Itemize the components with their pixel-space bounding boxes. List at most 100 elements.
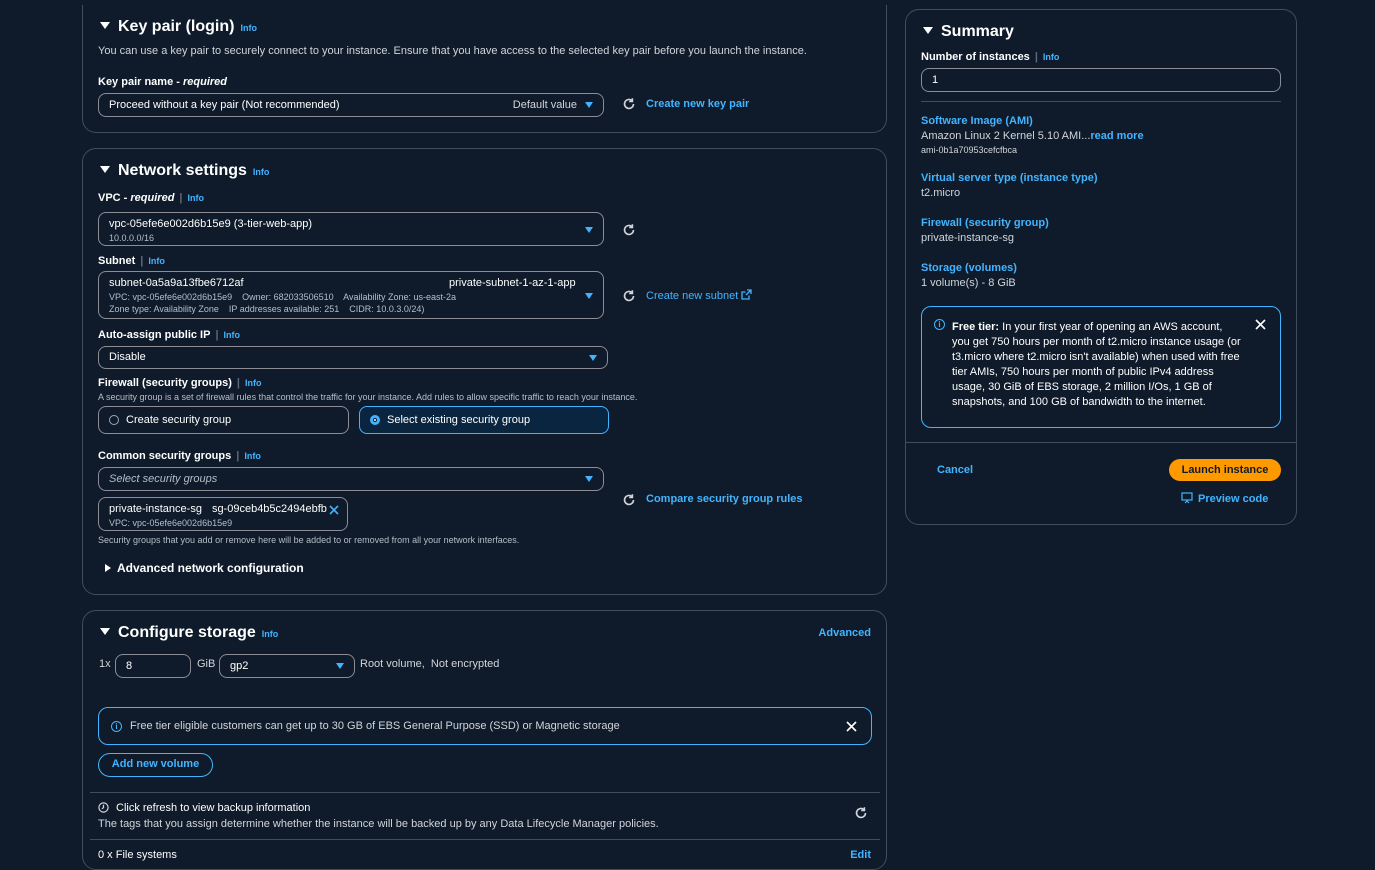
divider — [921, 101, 1281, 102]
network-title: Network settings — [118, 162, 247, 179]
free-tier-storage-text: Free tier eligible customers can get up … — [130, 720, 620, 732]
info-link[interactable]: Info — [188, 193, 205, 203]
refresh-icon[interactable] — [854, 806, 868, 820]
backup-description: The tags that you assign determine wheth… — [98, 818, 659, 830]
default-value-tag: Default value — [512, 99, 577, 111]
refresh-icon[interactable] — [622, 289, 636, 303]
divider — [906, 442, 1296, 443]
info-link[interactable]: Info — [148, 256, 165, 266]
collapse-caret-icon — [100, 166, 110, 173]
info-link[interactable]: Info — [224, 330, 241, 340]
key-pair-header[interactable]: Key pair (login) Info — [100, 18, 257, 36]
info-link[interactable]: Info — [253, 167, 270, 177]
number-of-instances-label: Number of instances | Info — [921, 51, 1060, 63]
preview-code-link[interactable]: Preview code — [1181, 492, 1268, 505]
storage-advanced-link[interactable]: Advanced — [818, 627, 871, 639]
network-header[interactable]: Network settings Info — [100, 162, 269, 180]
create-subnet-link[interactable]: Create new subnet — [646, 289, 753, 302]
key-pair-select[interactable]: Proceed without a key pair (Not recommen… — [98, 93, 604, 117]
vpc-value: vpc-05efe6e002d6b15e9 (3-tier-web-app) — [109, 218, 313, 230]
refresh-icon[interactable] — [622, 223, 636, 237]
collapse-caret-icon — [100, 628, 110, 635]
ami-label: Software Image (AMI) — [921, 115, 1033, 127]
vpc-label: VPC - required | Info — [98, 192, 204, 204]
add-new-volume-button[interactable]: Add new volume — [98, 753, 213, 777]
close-icon[interactable] — [846, 721, 857, 732]
auto-assign-ip-label: Auto-assign public IP | Info — [98, 329, 241, 341]
preview-code-icon — [1181, 492, 1193, 504]
free-tier-alert: i Free tier: In your first year of openi… — [921, 306, 1281, 428]
select-existing-security-group-label: Select existing security group — [387, 414, 531, 426]
firewall-summary-label: Firewall (security group) — [921, 217, 1049, 229]
token-name: private-instance-sg — [109, 503, 202, 515]
key-pair-description: You can use a key pair to securely conne… — [98, 45, 807, 57]
security-group-token: private-instance-sg sg-09ceb4b5c2494ebfb … — [98, 497, 348, 531]
chevron-down-icon — [336, 663, 344, 669]
divider — [90, 839, 880, 840]
storage-title: Configure storage — [118, 624, 256, 641]
read-more-link[interactable]: read more — [1090, 130, 1143, 142]
firewall-label: Firewall (security groups) | Info — [98, 377, 262, 389]
subnet-select[interactable]: subnet-0a5a9a13fbe6712af private-subnet-… — [98, 271, 604, 319]
volume-size-input[interactable]: 8 — [115, 654, 191, 678]
clock-icon — [98, 802, 109, 813]
create-security-group-label: Create security group — [126, 414, 232, 426]
info-link[interactable]: Info — [245, 378, 262, 388]
storage-header[interactable]: Configure storage Info — [100, 624, 278, 642]
cancel-button[interactable]: Cancel — [937, 464, 973, 476]
expand-caret-icon — [105, 564, 111, 572]
security-groups-note: Security groups that you add or remove h… — [98, 535, 520, 545]
info-link[interactable]: Info — [262, 629, 279, 639]
auto-assign-ip-select[interactable]: Disable — [98, 346, 608, 369]
volume-multiplier: 1x — [99, 658, 111, 670]
info-link[interactable]: Info — [240, 23, 257, 33]
chevron-down-icon — [585, 476, 593, 482]
number-of-instances-input[interactable]: 1 — [921, 68, 1281, 92]
key-pair-title: Key pair (login) — [118, 18, 235, 35]
info-link[interactable]: Info — [1043, 52, 1060, 62]
summary-header[interactable]: Summary — [923, 23, 1014, 41]
volume-type-select[interactable]: gp2 — [219, 654, 355, 678]
file-systems-label: 0 x File systems — [98, 849, 177, 861]
close-icon[interactable] — [1255, 319, 1266, 330]
security-groups-select[interactable]: Select security groups — [98, 467, 604, 491]
refresh-icon[interactable] — [622, 97, 636, 111]
info-circle-icon: i — [934, 319, 945, 330]
vpc-select[interactable]: vpc-05efe6e002d6b15e9 (3-tier-web-app) 1… — [98, 212, 604, 246]
token-vpc: VPC: vpc-05efe6e002d6b15e9 — [109, 518, 233, 528]
firewall-summary-value: private-instance-sg — [921, 232, 1014, 244]
key-pair-panel: Key pair (login) Info You can use a key p… — [82, 5, 887, 133]
radio-unselected[interactable] — [109, 415, 119, 425]
token-id: sg-09ceb4b5c2494ebfb — [211, 503, 327, 515]
summary-title: Summary — [941, 23, 1014, 40]
external-link-icon — [741, 289, 753, 300]
chevron-down-icon — [589, 355, 597, 361]
close-icon[interactable] — [329, 505, 339, 515]
vpc-cidr: 10.0.0.0/16 — [109, 233, 155, 243]
storage-summary-value: 1 volume(s) - 8 GiB — [921, 277, 1016, 289]
key-pair-selected-value: Proceed without a key pair (Not recommen… — [109, 99, 340, 111]
backup-title: Click refresh to view backup information — [116, 802, 311, 814]
instance-type-value: t2.micro — [921, 187, 961, 199]
divider — [90, 792, 880, 793]
instance-type-label: Virtual server type (instance type) — [921, 172, 1098, 184]
subnet-name: private-subnet-1-az-1-app — [449, 277, 576, 289]
launch-instance-button[interactable]: Launch instance — [1169, 459, 1281, 481]
chevron-down-icon — [585, 102, 593, 108]
create-key-pair-link[interactable]: Create new key pair — [646, 98, 749, 110]
chevron-down-icon — [585, 227, 593, 233]
ami-id: ami-0b1a70953cefcfbca — [921, 145, 1018, 155]
advanced-network-toggle[interactable]: Advanced network configuration — [105, 561, 304, 575]
configure-storage-panel: Configure storage Info Advanced 1x 8 GiB … — [82, 610, 887, 870]
info-link[interactable]: Info — [244, 451, 261, 461]
select-existing-security-group-option[interactable]: Select existing security group — [359, 406, 609, 434]
file-systems-edit-link[interactable]: Edit — [850, 849, 871, 861]
ami-value: Amazon Linux 2 Kernel 5.10 AMI...read mo… — [921, 130, 1144, 142]
info-circle-icon: i — [111, 721, 122, 732]
create-security-group-option[interactable]: Create security group — [98, 406, 349, 434]
radio-selected[interactable] — [370, 415, 380, 425]
free-tier-storage-alert: i Free tier eligible customers can get u… — [98, 707, 872, 745]
collapse-caret-icon — [100, 22, 110, 29]
refresh-icon[interactable] — [622, 493, 636, 507]
compare-security-group-rules-link[interactable]: Compare security group rules — [646, 493, 803, 505]
